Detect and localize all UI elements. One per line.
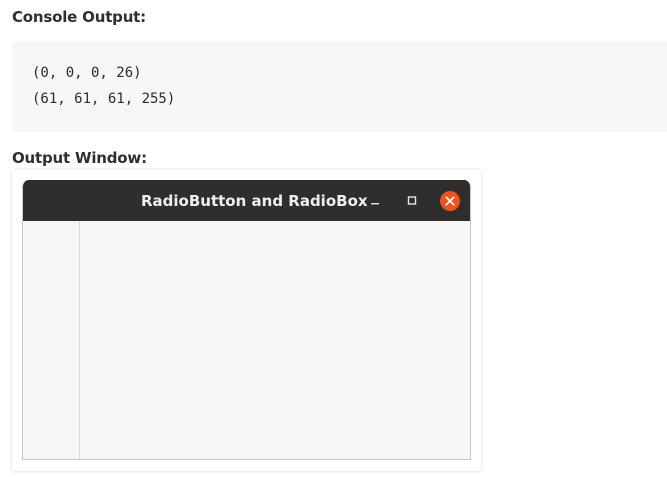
console-output-box: (0, 0, 0, 26) (61, 61, 61, 255) — [12, 41, 667, 132]
app-window: RadioButton and RadioBox — [22, 180, 471, 460]
maximize-button[interactable] — [401, 190, 423, 212]
window-titlebar[interactable]: RadioButton and RadioBox — [23, 180, 470, 221]
left-panel — [23, 221, 80, 459]
window-title: RadioButton and RadioBox — [141, 192, 368, 210]
minimize-icon — [371, 203, 379, 205]
console-output-heading: Console Output: — [12, 8, 146, 26]
console-line: (0, 0, 0, 26) — [32, 65, 142, 81]
close-icon — [440, 191, 460, 211]
maximize-icon — [407, 196, 417, 205]
window-client-area — [23, 221, 470, 459]
page: Console Output: (0, 0, 0, 26) (61, 61, 6… — [0, 0, 667, 477]
output-window-heading: Output Window: — [12, 149, 147, 167]
close-button[interactable] — [439, 190, 461, 212]
console-line: (61, 61, 61, 255) — [32, 91, 176, 107]
minimize-button[interactable] — [364, 190, 386, 212]
